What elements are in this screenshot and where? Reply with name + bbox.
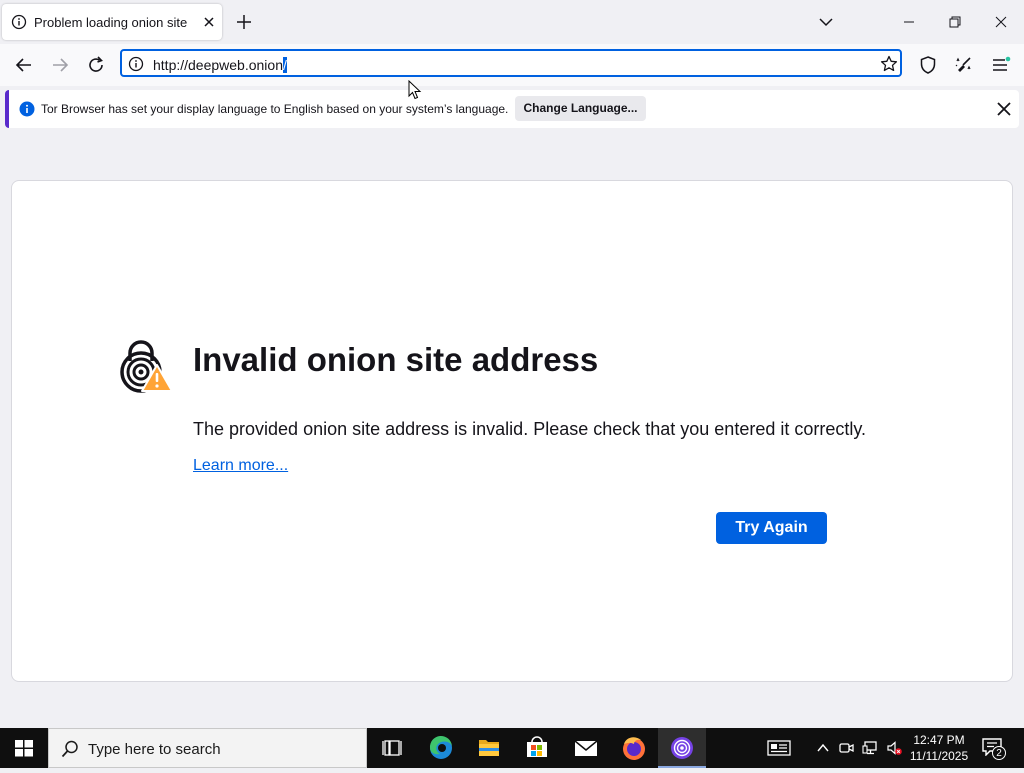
system-clock[interactable]: 12:47 PM 11/11/2025 [903, 732, 975, 764]
tab-strip: Problem loading onion site [0, 0, 1024, 44]
url-value: http://deepweb.onion [153, 57, 283, 73]
bookmark-star-icon[interactable] [879, 54, 899, 74]
edge-browser-icon[interactable] [417, 728, 465, 768]
site-info-icon[interactable] [128, 56, 144, 72]
notification-count-badge: 2 [992, 746, 1006, 760]
onion-warning-icon [120, 340, 173, 393]
maximize-button[interactable] [932, 8, 978, 36]
news-widget-icon[interactable] [767, 740, 791, 756]
close-icon [995, 16, 1007, 28]
tor-browser-icon [671, 737, 693, 759]
language-notification-bar: Tor Browser has set your display languag… [5, 90, 1019, 128]
tab-title: Problem loading onion site [34, 15, 188, 30]
action-center-button[interactable]: 2 [982, 738, 1006, 760]
chevron-down-icon[interactable] [816, 12, 836, 32]
chevron-up-icon[interactable] [815, 740, 831, 756]
meet-now-icon[interactable] [838, 740, 854, 756]
firefox-icon[interactable] [610, 728, 658, 768]
mail-icon[interactable] [562, 728, 610, 768]
task-view-icon[interactable] [368, 728, 416, 768]
url-bar[interactable]: http://deepweb.onion/ [120, 49, 902, 77]
minimize-button[interactable] [886, 8, 932, 36]
url-selection: / [283, 57, 287, 73]
restore-icon [949, 16, 961, 28]
close-tab-icon[interactable] [199, 12, 219, 32]
url-text[interactable]: http://deepweb.onion/ [153, 57, 287, 73]
change-language-button[interactable]: Change Language... [515, 96, 646, 121]
close-window-button[interactable] [978, 8, 1024, 36]
clock-date: 11/11/2025 [909, 749, 969, 763]
notification-message: Tor Browser has set your display languag… [41, 102, 509, 116]
close-icon[interactable] [995, 100, 1013, 118]
microsoft-store-icon[interactable] [513, 728, 561, 768]
reload-icon[interactable] [84, 53, 108, 77]
mouse-cursor-icon [408, 80, 422, 100]
try-again-button[interactable]: Try Again [716, 512, 827, 544]
windows-start-icon[interactable] [0, 728, 48, 768]
back-arrow-icon[interactable] [12, 53, 36, 77]
new-tab-icon[interactable] [234, 12, 254, 32]
volume-muted-icon[interactable] [886, 740, 902, 756]
error-page-card: Invalid onion site address The provided … [11, 180, 1013, 682]
shield-icon[interactable] [916, 53, 940, 77]
error-title: Invalid onion site address [193, 341, 599, 378]
new-identity-broom-icon[interactable] [952, 53, 976, 77]
taskbar-search-box[interactable]: Type here to search [48, 728, 367, 768]
tor-browser-taskbar-button[interactable] [658, 728, 706, 768]
info-icon [11, 14, 27, 30]
minimize-icon [904, 21, 914, 23]
search-placeholder: Type here to search [88, 741, 221, 758]
error-description: The provided onion site address is inval… [193, 419, 867, 439]
info-icon [19, 101, 35, 117]
learn-more-link[interactable]: Learn more... [193, 457, 288, 475]
search-icon [61, 740, 78, 758]
network-icon[interactable] [862, 740, 878, 756]
tab-active[interactable]: Problem loading onion site [2, 4, 222, 40]
menu-icon[interactable] [988, 53, 1012, 77]
clock-time: 12:47 PM [913, 733, 965, 747]
forward-arrow-icon[interactable] [48, 53, 72, 77]
windows-taskbar: Type here to search 12:47 PM 11/11/2025 … [0, 728, 1024, 768]
navigation-toolbar: http://deepweb.onion/ [0, 44, 1024, 86]
file-explorer-icon[interactable] [465, 728, 513, 768]
